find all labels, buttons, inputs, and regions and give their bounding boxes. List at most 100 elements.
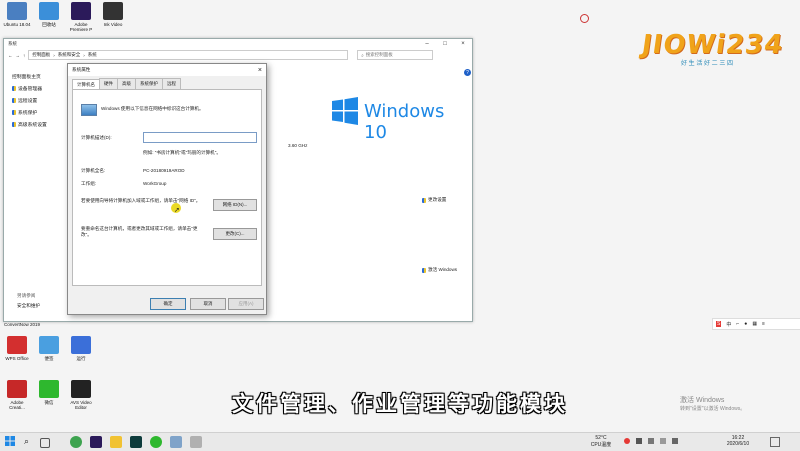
desktop-icon[interactable]: Ink Video [98,2,128,27]
dialog-title: 系统属性 [72,67,91,72]
dialog-close-button[interactable]: × [258,67,262,74]
search-input[interactable]: ⌕ 搜索控制面板 [357,50,434,60]
app-icon [71,2,91,20]
system-properties-dialog: 系统属性 × 计算机名 硬件 高级 系统保护 远程 Windows 使用以下信息… [67,63,267,315]
app-icon [7,336,27,354]
browser-icon[interactable] [70,436,82,448]
desktop-icon[interactable]: WPS Office [2,336,32,361]
dialog-titlebar: 系统属性 × [68,64,266,76]
sidebar-security[interactable]: 安全和维护 [17,303,40,309]
windows-logo-icon [332,97,358,125]
info-text: Windows 使用以下信息在网络中标识这台计算机。 [101,106,204,111]
desktop-icon-label: Ubuntu 18.04 [3,22,31,27]
tab-advanced[interactable]: 高级 [117,78,136,89]
minimize-button[interactable]: – [418,39,436,49]
sidebar-item-device-manager[interactable]: 设备管理器 [12,85,47,92]
back-icon[interactable]: ← [8,53,13,58]
desktop-icon-label: 回收站 [42,22,56,27]
computer-description-input[interactable] [143,132,257,143]
cancel-button[interactable]: 取消 [190,298,226,310]
help-icon[interactable]: ? [464,69,471,76]
folder-icon[interactable] [110,436,122,448]
tab-panel: Windows 使用以下信息在网络中标识这台计算机。 计算机描述(D): 例如:… [72,89,262,286]
forward-icon[interactable]: → [16,53,21,58]
workgroup-label: 工作组: [81,181,97,186]
punct-icon[interactable]: ⌐ [736,321,739,327]
network-icon[interactable] [660,438,666,444]
shield-icon [12,110,16,115]
notification-icon[interactable] [770,437,780,447]
desktop-icons-top: Ubuntu 18.04 回收站 Adobe Premiere P Ink Video [2,2,132,36]
breadcrumb-0[interactable]: 控制面板 [32,52,50,58]
example-text: 例如: "书房计算机"或"玛丽的计算机"。 [143,150,221,155]
change-button[interactable]: 更改(C)... [213,228,257,240]
app-icon [103,2,123,20]
settings-app-icon[interactable] [170,436,182,448]
desktop-icon-label: WPS Office [5,356,29,361]
premiere-icon[interactable] [90,436,102,448]
desktop-icon[interactable]: 运行 [66,336,96,362]
desktop-icon-label: 运行 [76,356,86,361]
desc-label: 计算机描述(D): [81,135,112,140]
app-icon [39,2,59,20]
desktop-icon-label: Ink Video [103,22,123,27]
sidebar-item-remote[interactable]: 远程设置 [12,97,47,104]
sidebar-item-protection[interactable]: 系统保护 [12,109,47,116]
start-button[interactable] [5,436,17,448]
network-id-button[interactable]: 网络 ID(N)... [213,199,257,211]
apply-button[interactable]: 应用(A) [228,298,264,310]
mic-icon[interactable]: ● [744,321,747,327]
cpu-temp: 52°C CPU温度 [590,435,612,448]
tab-hardware[interactable]: 硬件 [99,78,118,89]
desktop-icons-row2: WPS Office 便签 运行 [2,336,112,372]
breadcrumb-2[interactable]: 系统 [88,52,97,58]
lang-icon[interactable]: 中 [726,321,731,328]
cursor-icon: ➚ [174,207,180,214]
app-icon [7,2,27,20]
desktop-icon[interactable]: Ubuntu 18.04 [2,2,32,27]
change-settings-link[interactable]: 更改设置 [422,197,446,203]
windows10-brand: Windows 10 [364,101,445,143]
heart-icon [580,14,589,23]
desktop-icon[interactable]: 回收站 [34,2,64,28]
tab-system-protection[interactable]: 系统保护 [135,78,163,89]
audition-icon[interactable] [130,436,142,448]
sogou-icon[interactable]: S [716,321,722,327]
wechat-icon[interactable] [150,436,162,448]
tray-icon-3[interactable] [648,438,654,444]
breadcrumb-1[interactable]: 系统和安全 [58,52,81,58]
ok-button[interactable]: 确定 [150,298,186,310]
address-bar[interactable]: 控制面板 › 系统和安全 › 系统 [28,50,349,60]
computer-icon [81,104,97,116]
volume-icon[interactable] [672,438,678,444]
dialog-tabs: 计算机名 硬件 高级 系统保护 远程 [72,78,262,90]
rename-text: 要重命名这台计算机，或者更改其域或工作组，请单击"更改"。 [81,226,198,237]
search-icon: ⌕ [361,52,364,58]
tab-remote[interactable]: 远程 [162,78,181,89]
sidebar-item-advanced[interactable]: 高级系统设置 [12,121,47,128]
desktop-icon[interactable]: Adobe Premiere P [66,2,96,32]
ime-toolbar[interactable]: S 中 ⌐ ● ▦ ≡ [712,318,800,330]
address-bar-row: ← → ↑ 控制面板 › 系统和安全 › 系统 ⌕ 搜索控制面板 [4,49,472,61]
maximize-button[interactable]: □ [436,39,454,49]
keyboard-icon[interactable]: ▦ [752,321,757,327]
sidebar-home[interactable]: 控制面板主页 [12,73,47,80]
app-icon[interactable] [190,436,202,448]
shield-icon [12,86,16,91]
app-icon [39,336,59,354]
taskbar: ⌕ 52°C CPU温度 16:22 2020/6/10 [0,432,800,451]
clock[interactable]: 16:22 2020/6/10 [724,435,752,447]
tray-icon-1[interactable] [624,438,630,444]
desktop-icon-label: 便签 [44,356,54,361]
tray-icon-2[interactable] [636,438,642,444]
window-title: 系统 [8,41,17,46]
cpu-speed: 3.60 GHz [288,143,308,148]
site-logo: JIOWi234 好 生 活 好 二 三 四 [640,30,786,67]
up-icon[interactable]: ↑ [23,53,25,58]
desktop-icon[interactable]: 便签 [34,336,64,362]
activate-windows-link[interactable]: 激活 Windows [422,267,457,273]
task-view-icon[interactable] [40,438,50,448]
search-icon[interactable]: ⌕ [24,436,36,448]
menu-icon[interactable]: ≡ [762,321,765,327]
close-button[interactable]: × [454,39,472,49]
